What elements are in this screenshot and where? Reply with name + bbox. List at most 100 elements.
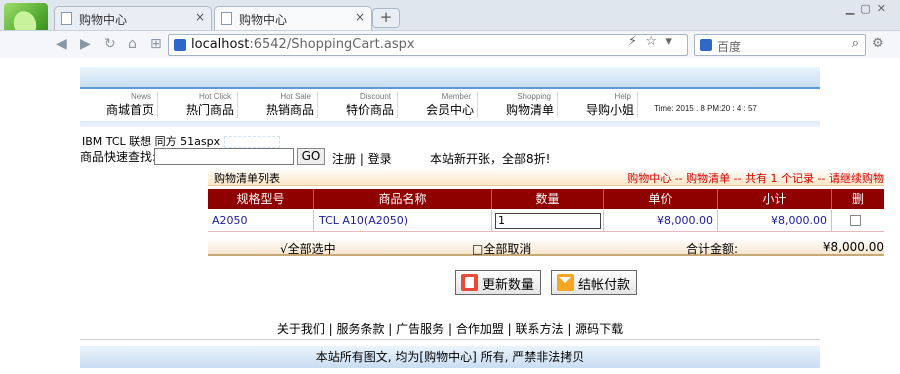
menu-cn[interactable]: 特价商品: [346, 101, 394, 118]
quick-search-label: 商品快速查找:: [80, 150, 157, 164]
menu-item-hot-click[interactable]: Hot Click 热门商品: [160, 92, 238, 118]
menu-en: News: [130, 92, 151, 101]
menu-cn[interactable]: 会员中心: [426, 101, 474, 118]
window-controls[interactable]: ▁▢✕: [846, 2, 892, 15]
close-icon[interactable]: ×: [355, 10, 365, 24]
settings-icon[interactable]: ⚙: [872, 36, 884, 51]
menu-en: Discount: [359, 92, 391, 101]
cart-table-header: 规格型号 商品名称 数量 单价 小计 删: [208, 189, 884, 209]
menu-en: Shopping: [517, 92, 551, 101]
site-icon: [174, 39, 186, 51]
footer-links[interactable]: 关于我们 | 服务条款 | 广告服务 | 合作加盟 | 联系方法 | 源码下载: [0, 320, 900, 337]
browser-chrome: 购物中心 × 购物中心 × + ▁▢✕ ◀ ▶ ↻ ⌂ ⊞ localhost:…: [0, 0, 900, 58]
col-name: 商品名称: [314, 189, 492, 209]
navigation-bar: ◀ ▶ ↻ ⌂ ⊞ localhost:6542/ShoppingCart.as…: [0, 30, 900, 58]
address-bar[interactable]: localhost:6542/ShoppingCart.aspx: [168, 34, 688, 56]
cart-breadcrumb[interactable]: 购物中心 -- 购物清单 -- 共有 1 个记录 -- 请继续购物: [627, 170, 884, 186]
menu-en: Member: [441, 92, 471, 101]
col-subtotal: 小计: [718, 189, 832, 209]
search-input[interactable]: 百度 ⌕: [694, 34, 866, 56]
url-host: localhost: [191, 37, 250, 52]
brand-links[interactable]: IBM TCL 联想 同方 51aspx: [82, 133, 280, 149]
tab-label: 购物中心: [79, 13, 128, 27]
home-icon[interactable]: ⌂: [128, 36, 137, 52]
delete-checkbox[interactable]: [850, 215, 861, 226]
menu-en: Hot Click: [198, 92, 231, 101]
site-notice: 本站新开张，全部8折!: [430, 152, 551, 166]
search-placeholder: 百度: [717, 40, 742, 54]
tab-shopping-2[interactable]: 购物中心 ×: [214, 6, 372, 30]
maximize-icon[interactable]: ▢: [860, 2, 876, 15]
menu-cn[interactable]: 热销商品: [266, 101, 314, 118]
total-value: ¥8,000.00: [822, 240, 884, 254]
menu-item-hot-sale[interactable]: Hot Sale 热销商品: [240, 92, 318, 118]
update-label: 更新数量: [482, 278, 535, 293]
page-icon: [61, 12, 72, 25]
menu-underbar: [80, 121, 820, 127]
forward-icon[interactable]: ▶: [80, 36, 91, 52]
menu-en: Hot Sale: [280, 92, 311, 101]
brand-list[interactable]: IBM TCL 联想 同方 51aspx: [82, 135, 220, 148]
url-tools[interactable]: ⚡ ☆ ▾: [628, 34, 672, 49]
menu-item-home[interactable]: News 商城首页: [80, 92, 158, 118]
title-bar: 购物中心 × 购物中心 × + ▁▢✕: [0, 0, 900, 49]
tab-shopping-1[interactable]: 购物中心 ×: [54, 6, 212, 30]
cell-name[interactable]: TCL A10(A2050): [314, 210, 492, 232]
reload-icon[interactable]: ↻: [104, 36, 116, 52]
close-icon[interactable]: ×: [195, 10, 205, 24]
menu-item-member[interactable]: Member 会员中心: [400, 92, 478, 118]
checkout-label: 结帐付款: [578, 278, 631, 293]
cancel-all-link[interactable]: □全部取消: [472, 240, 531, 257]
page-icon: [221, 12, 232, 25]
select-all-link[interactable]: √全部选中: [280, 240, 336, 257]
update-quantity-button[interactable]: 更新数量: [455, 270, 541, 295]
copyright-bar: 本站所有图文, 均为[购物中心] 所有, 严禁非法拷贝: [80, 346, 820, 368]
cell-price: ¥8,000.00: [604, 210, 718, 232]
col-delete: 删: [851, 192, 864, 206]
site-banner: [80, 67, 820, 89]
minimize-icon[interactable]: ▁: [846, 2, 860, 15]
menu-cn[interactable]: 导购小姐: [586, 101, 634, 118]
menu-en: Help: [614, 92, 631, 101]
envelope-icon: [557, 274, 574, 291]
register-login-links[interactable]: 注册 | 登录: [332, 150, 392, 167]
baidu-icon: [700, 39, 712, 51]
quick-search-input[interactable]: [154, 148, 294, 165]
menu-item-shopping[interactable]: Shopping 购物清单: [480, 92, 558, 118]
menu-cn[interactable]: 商城首页: [106, 101, 154, 118]
back-icon[interactable]: ◀: [56, 36, 67, 52]
checkout-button[interactable]: 结帐付款: [551, 270, 637, 295]
star-icon[interactable]: ☆: [645, 34, 657, 49]
new-tab-button[interactable]: +: [372, 8, 400, 28]
document-icon: [461, 274, 478, 291]
menu-cn[interactable]: 购物清单: [506, 101, 554, 118]
go-button[interactable]: GO: [297, 148, 325, 165]
dropdown-icon[interactable]: ▾: [665, 34, 672, 49]
table-row: A2050 TCL A10(A2050) 1 ¥8,000.00 ¥8,000.…: [208, 210, 884, 232]
quantity-input[interactable]: 1: [495, 213, 601, 229]
total-label: 合计金额:: [686, 242, 739, 256]
cell-subtotal: ¥8,000.00: [718, 210, 832, 232]
clock: Time: 2015 . 8 PM:20 : 4 : 57: [654, 104, 757, 113]
url-path: :6542/ShoppingCart.aspx: [249, 37, 415, 52]
cart-title: 购物清单列表: [214, 172, 280, 185]
col-qty: 数量: [492, 189, 604, 209]
close-window-icon[interactable]: ✕: [877, 2, 892, 15]
footer-divider: [80, 339, 820, 340]
menu-item-help[interactable]: Help 导购小姐: [560, 92, 638, 118]
col-model: 规格型号: [208, 189, 314, 209]
search-icon[interactable]: ⌕: [852, 36, 859, 51]
col-price: 单价: [604, 189, 718, 209]
cell-delete: [832, 210, 884, 232]
brand-link-box: [223, 136, 280, 148]
cell-model[interactable]: A2050: [208, 210, 314, 232]
menu-cn[interactable]: 热门商品: [186, 101, 234, 118]
cell-qty: 1: [492, 210, 604, 232]
cart-header: 购物清单列表 购物中心 -- 购物清单 -- 共有 1 个记录 -- 请继续购物: [208, 168, 884, 186]
grid-icon[interactable]: ⊞: [150, 36, 162, 52]
cart-footer: √全部选中 □全部取消 合计金额: ¥8,000.00: [208, 238, 884, 256]
main-menu: News 商城首页 Hot Click 热门商品 Hot Sale 热销商品 D…: [80, 92, 820, 118]
tab-label: 购物中心: [239, 13, 288, 27]
menu-item-discount[interactable]: Discount 特价商品: [320, 92, 398, 118]
lightning-icon[interactable]: ⚡: [628, 34, 637, 49]
